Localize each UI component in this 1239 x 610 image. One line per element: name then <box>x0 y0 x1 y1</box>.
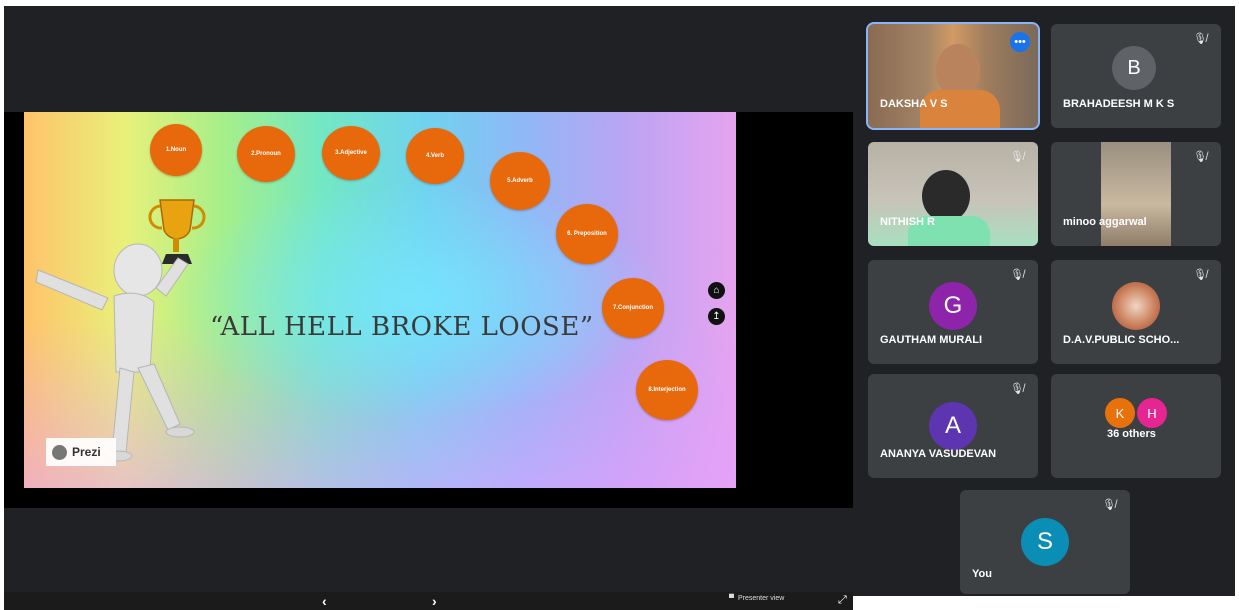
meeting-stage: 1.Noun 2.Pronoun 3.Adjective 4.Verb 5.Ad… <box>4 6 1235 610</box>
topic-label: 4.Verb <box>425 153 444 159</box>
topic-circle[interactable]: 2.Pronoun <box>237 126 295 182</box>
topic-label: 3.Adjective <box>335 150 367 156</box>
topic-circle[interactable]: 1.Noun <box>150 124 202 176</box>
participant-tile[interactable]: B 🎙︎̸ BRAHADEESH M K S <box>1051 24 1221 128</box>
participant-name: minoo aggarwal <box>1063 216 1147 228</box>
participant-avatar: A <box>929 402 977 450</box>
participant-video-feed <box>1101 142 1171 246</box>
fullscreen-icon[interactable]: ⤢ <box>838 594 847 607</box>
participant-tile[interactable]: G 🎙︎̸ GAUTHAM MURALI <box>868 260 1038 364</box>
mic-off-icon: 🎙︎̸ <box>1010 383 1024 395</box>
participant-name: BRAHADEESH M K S <box>1063 98 1175 110</box>
others-count: 36 others <box>1107 428 1156 440</box>
participant-tile[interactable]: 🎙︎̸ NITHISH R <box>868 142 1038 246</box>
presenter-view-icon: ▀ <box>729 595 734 602</box>
participant-name: ANANYA VASUDEVAN <box>880 448 997 460</box>
topic-circle[interactable]: 3.Adjective <box>322 126 380 180</box>
participant-name: You <box>972 568 992 580</box>
mic-off-icon: 🎙︎̸ <box>1193 151 1207 163</box>
participant-tile[interactable]: 🎙︎̸ D.A.V.PUBLIC SCHO... <box>1051 260 1221 364</box>
topic-label: 8.Interjection <box>648 387 686 393</box>
slide-title: “ALL HELL BROKE LOOSE” <box>210 312 594 342</box>
participant-avatar: K <box>1105 398 1135 428</box>
presentation-controls: ‹ › ▀ Presenter view ⤢ <box>4 592 853 610</box>
topic-label: 6. Preposition <box>567 231 607 237</box>
participant-avatar: H <box>1137 398 1167 428</box>
participant-avatar: B <box>1112 46 1156 90</box>
participant-head <box>922 170 970 222</box>
prezi-slide[interactable]: 1.Noun 2.Pronoun 3.Adjective 4.Verb 5.Ad… <box>24 112 736 488</box>
presentation-area: 1.Noun 2.Pronoun 3.Adjective 4.Verb 5.Ad… <box>4 112 853 610</box>
avatar-initial: B <box>1127 56 1141 79</box>
self-tile[interactable]: S 🎙︎̸ You <box>960 490 1130 594</box>
topic-circle[interactable]: 6. Preposition <box>556 204 618 264</box>
presenter-view-button[interactable]: ▀ Presenter view <box>729 595 784 602</box>
previous-slide-button[interactable]: ‹ <box>322 593 327 609</box>
zoom-out-icon[interactable]: ↥ <box>708 308 725 325</box>
topic-label: 1.Noun <box>165 147 187 153</box>
others-tile[interactable]: K H 36 others <box>1051 374 1221 478</box>
topic-label: 5.Adverb <box>507 178 533 184</box>
topic-circle[interactable]: 7.Conjunction <box>602 278 664 338</box>
topic-label: 7.Conjunction <box>613 305 653 311</box>
participant-name: D.A.V.PUBLIC SCHO... <box>1063 334 1180 346</box>
prezi-badge[interactable]: Prezi <box>46 438 116 466</box>
mic-off-icon: 🎙︎̸ <box>1102 499 1116 511</box>
participant-avatar: S <box>1021 518 1069 566</box>
participant-name: DAKSHA V S <box>880 98 948 110</box>
participant-name: GAUTHAM MURALI <box>880 334 983 346</box>
topic-circle[interactable]: 5.Adverb <box>490 152 550 210</box>
next-slide-button[interactable]: › <box>432 593 437 609</box>
school-logo-avatar <box>1112 282 1160 330</box>
avatar-initial: G <box>943 292 963 319</box>
trophy-icon <box>148 199 206 264</box>
participant-avatar: G <box>929 282 977 330</box>
avatar-initial: S <box>1036 528 1053 555</box>
mic-off-icon: 🎙︎̸ <box>1193 269 1207 281</box>
topic-label: 2.Pronoun <box>251 151 281 157</box>
mic-off-icon: 🎙︎̸ <box>1193 33 1207 45</box>
participant-tile[interactable]: ••• DAKSHA V S <box>866 22 1040 130</box>
topic-circle[interactable]: 8.Interjection <box>636 360 698 420</box>
presenter-view-label: Presenter view <box>737 595 785 602</box>
prezi-logo-icon <box>52 444 67 460</box>
participant-tile[interactable]: A 🎙︎̸ ANANYA VASUDEVAN <box>868 374 1038 478</box>
home-icon[interactable]: ⌂ <box>708 282 725 299</box>
participant-tile[interactable]: 🎙︎̸ minoo aggarwal <box>1051 142 1221 246</box>
person-figure <box>35 243 195 462</box>
mic-off-icon: 🎙︎̸ <box>1010 269 1024 281</box>
prezi-label: Prezi <box>72 445 101 459</box>
topic-circle[interactable]: 4.Verb <box>406 128 464 184</box>
mic-off-icon: 🎙︎̸ <box>1010 151 1024 163</box>
avatar-initial: A <box>944 412 961 439</box>
participant-name: NITHISH R <box>880 216 935 228</box>
more-options-icon[interactable]: ••• <box>1010 32 1030 52</box>
avatar-initial: H <box>1147 405 1157 421</box>
avatar-initial: K <box>1115 405 1125 421</box>
